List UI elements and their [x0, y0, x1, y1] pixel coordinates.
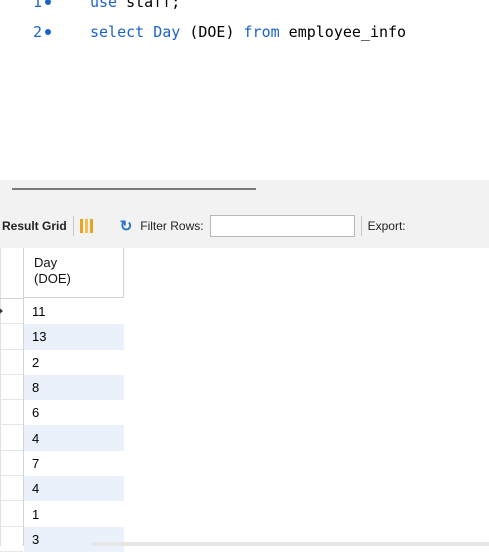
- table-cell[interactable]: 13: [24, 324, 124, 350]
- current-row-arrow-icon: [0, 306, 3, 316]
- code-text: use staff;: [90, 0, 180, 11]
- sql-identifier: staff;: [117, 0, 181, 11]
- result-grid[interactable]: Day (DOE) 11 13 2 8 6 4 7 4 1 3: [0, 248, 489, 552]
- table-row[interactable]: 8: [0, 374, 125, 401]
- row-marker[interactable]: [0, 501, 23, 527]
- row-marker[interactable]: [0, 527, 23, 552]
- sql-table-name: employee_info: [279, 23, 407, 41]
- row-marker[interactable]: [0, 451, 23, 477]
- row-marker[interactable]: [0, 425, 23, 451]
- grid-rows: 11 13 2 8 6 4 7 4 1 3: [0, 299, 125, 552]
- table-row[interactable]: 7: [0, 451, 125, 477]
- sql-keyword: select: [90, 23, 145, 41]
- table-cell[interactable]: 4: [24, 476, 124, 502]
- header-corner: [0, 248, 23, 299]
- statement-marker-icon: [45, 0, 51, 5]
- table-cell[interactable]: 7: [24, 451, 124, 476]
- result-toolbar: Result Grid ↻ Filter Rows: Export:: [0, 204, 489, 248]
- sql-keyword: use: [90, 0, 118, 11]
- table-cell[interactable]: 3: [24, 526, 124, 552]
- column-header-line: Day: [34, 255, 58, 270]
- splitter-handle[interactable]: [12, 188, 256, 190]
- column-header-day-doe[interactable]: Day (DOE): [24, 248, 124, 298]
- row-marker[interactable]: [0, 350, 23, 375]
- result-grid-tab[interactable]: Result Grid: [2, 219, 67, 233]
- export-button[interactable]: Export:: [368, 219, 406, 233]
- sql-function: Day: [153, 23, 181, 41]
- filter-rows-input[interactable]: [209, 215, 355, 237]
- toolbar-divider: [72, 216, 74, 236]
- table-cell[interactable]: 2: [24, 350, 124, 375]
- grid-layout-icon[interactable]: [79, 219, 94, 233]
- panel-splitter[interactable]: [0, 180, 489, 204]
- line-number: 1: [32, 0, 42, 11]
- filter-rows-label: Filter Rows:: [140, 219, 204, 233]
- sql-argument: (DOE): [180, 23, 244, 41]
- line-number: 2: [32, 23, 42, 41]
- refresh-icon[interactable]: ↻: [120, 217, 133, 235]
- table-row[interactable]: 1: [0, 501, 125, 527]
- table-row[interactable]: 13: [0, 324, 125, 350]
- row-marker[interactable]: [0, 400, 23, 426]
- row-marker[interactable]: [0, 375, 23, 401]
- toolbar-divider: [360, 216, 362, 236]
- table-cell[interactable]: 6: [24, 400, 124, 425]
- table-row[interactable]: 11: [0, 299, 125, 325]
- table-cell[interactable]: 4: [24, 425, 124, 451]
- table-row[interactable]: 6: [0, 400, 125, 426]
- table-cell[interactable]: 11: [24, 299, 124, 324]
- row-marker[interactable]: [0, 299, 23, 325]
- sql-keyword: from: [243, 23, 280, 41]
- sql-editor[interactable]: 1 use staff; 2 select Day (DOE) from emp…: [0, 0, 489, 180]
- table-row[interactable]: 3: [0, 526, 125, 552]
- table-row[interactable]: 4: [0, 476, 125, 502]
- table-cell[interactable]: 1: [24, 501, 124, 526]
- horizontal-scrollbar[interactable]: [92, 542, 489, 546]
- column-header-line: (DOE): [34, 271, 71, 286]
- table-cell[interactable]: 8: [24, 374, 124, 401]
- table-row[interactable]: 4: [0, 425, 125, 451]
- code-text: select Day (DOE) from employee_info: [90, 23, 406, 41]
- row-marker[interactable]: [0, 476, 23, 502]
- statement-marker-icon: [45, 29, 51, 35]
- table-row[interactable]: 2: [0, 350, 125, 375]
- row-marker[interactable]: [0, 324, 23, 350]
